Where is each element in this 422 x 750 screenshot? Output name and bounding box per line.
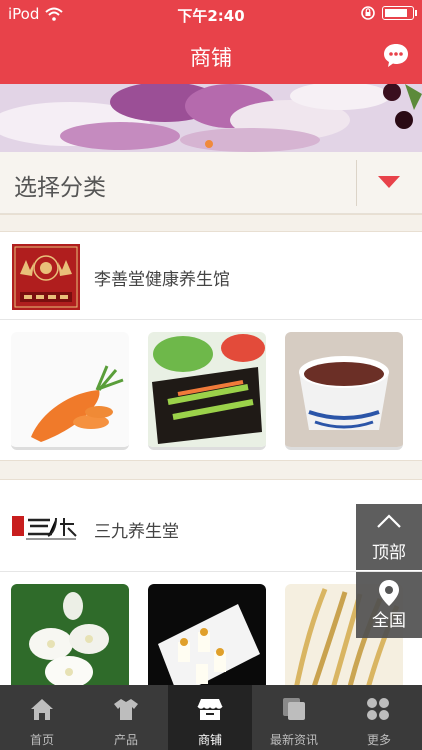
chat-bubble-icon[interactable]	[382, 42, 410, 68]
tab-label: 更多	[366, 733, 391, 747]
nationwide-label: 全国	[372, 611, 406, 631]
store-icon	[197, 699, 223, 720]
shirt-icon	[114, 699, 138, 720]
divider	[356, 160, 357, 206]
section-gap	[0, 214, 422, 232]
shop-logo	[12, 244, 80, 310]
shop-name: 李善堂健康养生馆	[94, 270, 230, 290]
page-title: 商铺	[190, 46, 232, 70]
back-to-top-label: 顶部	[372, 543, 406, 563]
tab-label: 商铺	[197, 733, 222, 747]
product-seaweed-rolls[interactable]	[148, 332, 266, 450]
tab-label: 首页	[29, 733, 54, 747]
tab-stores[interactable]: 商铺	[168, 685, 252, 750]
location-pin-icon	[379, 580, 399, 606]
nationwide-button[interactable]: 全国	[356, 572, 422, 638]
carousel-indicator	[205, 140, 213, 148]
shop-name: 三九养生堂	[94, 522, 179, 542]
grid-icon	[367, 698, 389, 720]
shop-header[interactable]: 李善堂健康养生馆	[0, 232, 422, 320]
battery-icon	[382, 6, 417, 20]
chevron-up-icon	[377, 514, 401, 528]
news-icon	[283, 698, 305, 720]
nav-bar: 商铺	[0, 28, 422, 84]
status-bar: iPod 下午2:40	[0, 0, 422, 28]
category-select[interactable]: 选择分类	[0, 152, 422, 214]
tab-bar: 首页 产品 商铺 最新资讯 更多	[0, 685, 422, 750]
product-carrot[interactable]	[11, 332, 129, 450]
category-label: 选择分类	[14, 175, 106, 201]
section-gap	[0, 460, 422, 480]
home-icon	[31, 699, 53, 720]
product-red-bean-soup[interactable]	[285, 332, 403, 450]
tab-more[interactable]: 更多	[336, 685, 422, 750]
status-time: 下午2:40	[177, 7, 245, 25]
shop-logo	[12, 516, 77, 540]
back-to-top-button[interactable]: 顶部	[356, 504, 422, 570]
tab-label: 产品	[113, 733, 138, 747]
rotation-lock-icon	[361, 6, 375, 20]
product-row	[0, 321, 422, 451]
tab-products[interactable]: 产品	[84, 685, 168, 750]
tab-label: 最新资讯	[269, 733, 318, 747]
tab-news[interactable]: 最新资讯	[252, 685, 336, 750]
dropdown-arrow-icon[interactable]	[378, 176, 400, 188]
tab-home[interactable]: 首页	[0, 685, 84, 750]
